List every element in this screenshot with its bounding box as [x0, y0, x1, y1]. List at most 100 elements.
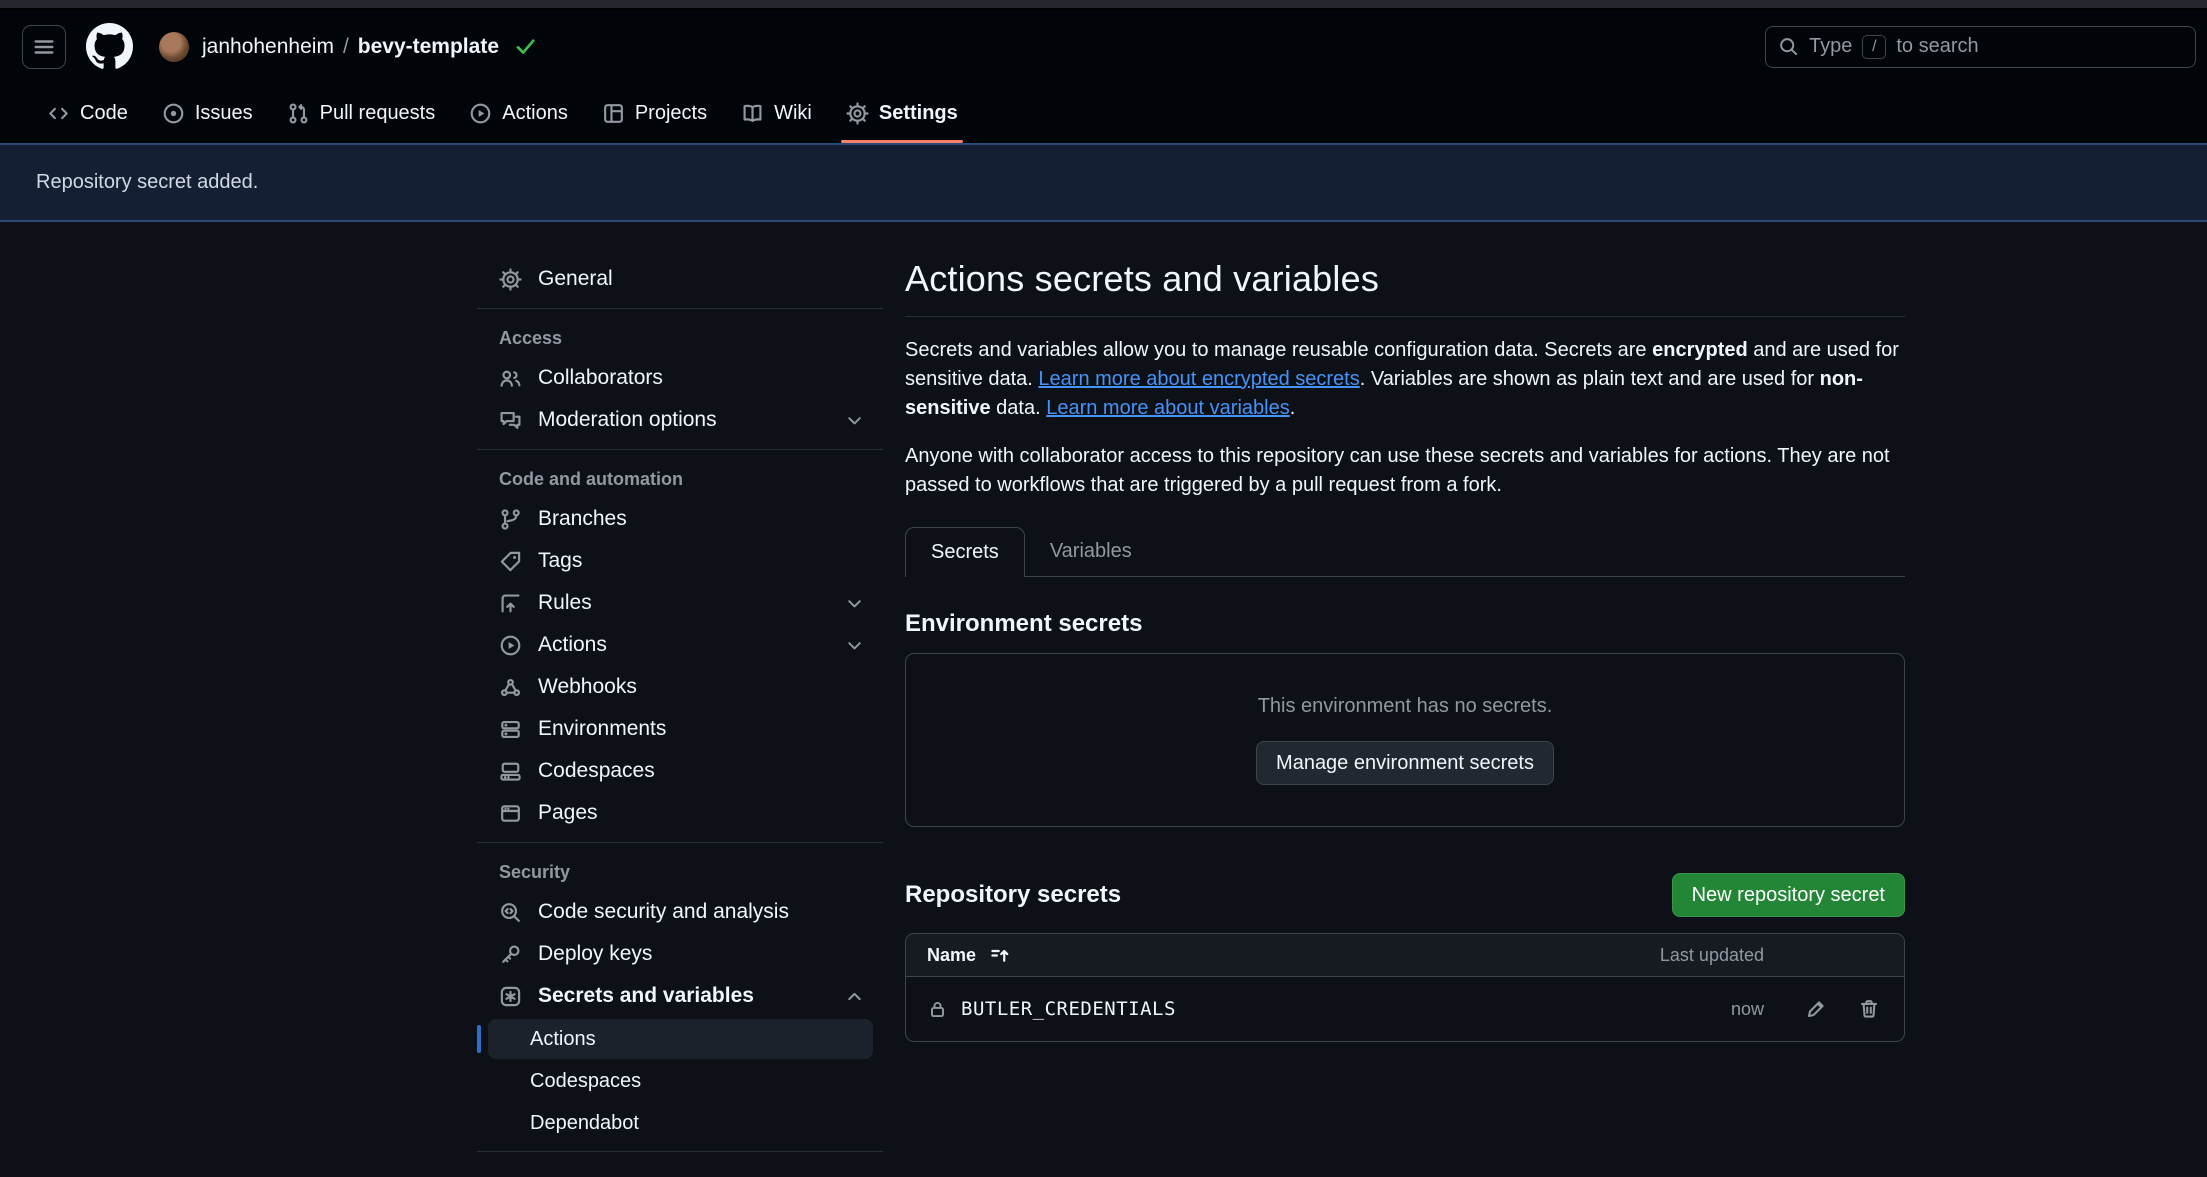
- book-icon: [741, 102, 764, 125]
- sidebar-subitem-dependabot[interactable]: Dependabot: [488, 1103, 873, 1143]
- lock-icon: [927, 999, 948, 1020]
- secrets-variables-tabnav: Secrets Variables: [905, 527, 1905, 577]
- code-icon: [47, 102, 70, 125]
- sidebar-item-secrets-and-variables[interactable]: Secrets and variables: [477, 975, 883, 1017]
- repository-secrets-heading: Repository secrets: [905, 881, 1121, 909]
- edit-secret-button[interactable]: [1805, 998, 1827, 1020]
- learn-more-variables-link[interactable]: Learn more about variables: [1046, 397, 1289, 419]
- sidebar-item-label: Collaborators: [538, 366, 663, 390]
- chevron-down-icon: [844, 410, 865, 431]
- sidebar-item-label: Deploy keys: [538, 942, 652, 966]
- github-logo-icon[interactable]: [86, 23, 133, 70]
- tab-secrets[interactable]: Secrets: [905, 527, 1025, 577]
- sidebar-item-pages[interactable]: Pages: [477, 792, 883, 834]
- search-input[interactable]: Type / to search: [1765, 26, 2196, 68]
- intro-text: . Variables are shown as plain text and …: [1360, 368, 1820, 390]
- sidebar-item-label: Rules: [538, 591, 592, 615]
- sidebar-subitem-codespaces[interactable]: Codespaces: [488, 1061, 873, 1101]
- sidebar-item-rules[interactable]: Rules: [477, 582, 883, 624]
- tab-label: Projects: [635, 102, 707, 125]
- trash-icon: [1858, 998, 1880, 1020]
- sidebar-item-label: Secrets and variables: [538, 984, 754, 1008]
- issue-opened-icon: [162, 102, 185, 125]
- play-icon: [499, 634, 522, 657]
- tab-projects[interactable]: Projects: [585, 83, 724, 143]
- repository-secrets-table: Name Last updated BUTLER_CREDENTIALS now: [905, 933, 1905, 1042]
- environments-icon: [499, 718, 522, 741]
- sidebar-item-collaborators[interactable]: Collaborators: [477, 357, 883, 399]
- learn-more-encrypted-secrets-link[interactable]: Learn more about encrypted secrets: [1038, 368, 1359, 390]
- gear-icon: [846, 102, 869, 125]
- people-icon: [499, 367, 522, 390]
- tag-icon: [499, 550, 522, 573]
- tab-actions[interactable]: Actions: [452, 83, 585, 143]
- divider: [477, 1151, 883, 1152]
- breadcrumb-repo-link[interactable]: bevy-template: [358, 35, 499, 59]
- tab-label: Issues: [195, 102, 253, 125]
- repo-nav: Code Issues Pull requests Actions: [22, 83, 2207, 143]
- sidebar-item-deploy-keys[interactable]: Deploy keys: [477, 933, 883, 975]
- slash-key-hint: /: [1862, 35, 1886, 59]
- sidebar-item-environments[interactable]: Environments: [477, 708, 883, 750]
- app-header: janhohenheim / bevy-template Type / to s…: [0, 10, 2207, 143]
- column-header-name[interactable]: Name: [927, 945, 976, 966]
- tab-issues[interactable]: Issues: [145, 83, 270, 143]
- sidebar-item-label: Tags: [538, 549, 582, 573]
- settings-sidebar: General Access Collaborators Moderation …: [477, 258, 883, 1160]
- sidebar-section-security: Security: [477, 851, 883, 891]
- sidebar-subitem-dependabot-wrap: Dependabot: [477, 1103, 883, 1143]
- search-placeholder-post: to search: [1896, 35, 1978, 58]
- pencil-icon: [1805, 998, 1827, 1020]
- sidebar-item-label: Codespaces: [538, 759, 655, 783]
- sidebar-item-branches[interactable]: Branches: [477, 498, 883, 540]
- selected-indicator-bar: [477, 1025, 481, 1053]
- webhook-icon: [499, 676, 522, 699]
- tab-pull-requests[interactable]: Pull requests: [270, 83, 453, 143]
- gear-icon: [499, 268, 522, 291]
- divider: [477, 449, 883, 450]
- column-header-last-updated: Last updated: [1604, 945, 1764, 966]
- breadcrumb-separator: /: [343, 35, 349, 59]
- tab-label: Actions: [502, 102, 568, 125]
- flash-message: Repository secret added.: [36, 171, 258, 194]
- sidebar-subitem-codespaces-wrap: Codespaces: [477, 1061, 883, 1101]
- sidebar-item-tags[interactable]: Tags: [477, 540, 883, 582]
- collaborator-paragraph: Anyone with collaborator access to this …: [905, 442, 1905, 500]
- search-placeholder-pre: Type: [1809, 35, 1852, 58]
- sidebar-item-code-security[interactable]: Code security and analysis: [477, 891, 883, 933]
- avatar[interactable]: [159, 32, 189, 62]
- sidebar-item-moderation-options[interactable]: Moderation options: [477, 399, 883, 441]
- page-title: Actions secrets and variables: [905, 258, 1905, 317]
- rules-icon: [499, 592, 522, 615]
- intro-bold-encrypted: encrypted: [1652, 339, 1748, 361]
- sidebar-item-label: Moderation options: [538, 408, 717, 432]
- sidebar-subitem-actions[interactable]: Actions: [488, 1019, 873, 1059]
- breadcrumb-owner-link[interactable]: janhohenheim: [202, 35, 334, 59]
- sidebar-item-general[interactable]: General: [477, 258, 883, 300]
- tab-label: Settings: [879, 102, 958, 125]
- sidebar-item-label: General: [538, 267, 613, 291]
- sidebar-item-webhooks[interactable]: Webhooks: [477, 666, 883, 708]
- tab-code[interactable]: Code: [30, 83, 145, 143]
- delete-secret-button[interactable]: [1858, 998, 1880, 1020]
- sidebar-section-access: Access: [477, 317, 883, 357]
- new-repository-secret-button[interactable]: New repository secret: [1672, 873, 1905, 917]
- tab-label: Pull requests: [320, 102, 436, 125]
- sidebar-item-actions[interactable]: Actions: [477, 624, 883, 666]
- sidebar-item-label: Actions: [538, 633, 607, 657]
- table-row: BUTLER_CREDENTIALS now: [906, 977, 1904, 1041]
- table-header-row: Name Last updated: [906, 934, 1904, 977]
- sort-ascending-icon[interactable]: [989, 945, 1010, 966]
- play-icon: [469, 102, 492, 125]
- divider: [477, 842, 883, 843]
- secret-updated: now: [1604, 999, 1764, 1020]
- tab-wiki[interactable]: Wiki: [724, 83, 829, 143]
- codespaces-icon: [499, 760, 522, 783]
- tab-settings[interactable]: Settings: [829, 83, 975, 143]
- intro-text: data.: [991, 397, 1047, 419]
- sidebar-item-codespaces[interactable]: Codespaces: [477, 750, 883, 792]
- manage-environment-secrets-button[interactable]: Manage environment secrets: [1256, 741, 1554, 785]
- global-menu-button[interactable]: [22, 25, 66, 69]
- breadcrumb: janhohenheim / bevy-template: [202, 35, 537, 59]
- tab-variables[interactable]: Variables: [1025, 527, 1157, 576]
